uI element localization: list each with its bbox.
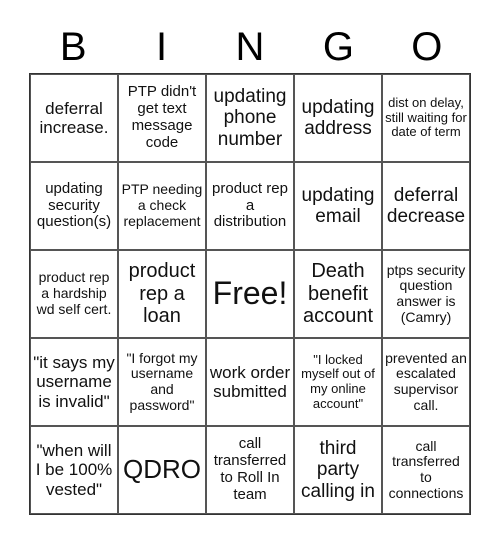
bingo-header: B I N G O [29,22,471,72]
bingo-cell[interactable]: prevented an escalated supervisor call. [382,338,470,426]
bingo-cell[interactable]: product rep a hardship wd self cert. [30,250,118,338]
bingo-cell[interactable]: product rep a distribution [206,162,294,250]
free-space[interactable]: Free! [206,250,294,338]
bingo-cell[interactable]: "it says my username is invalid" [30,338,118,426]
bingo-cell[interactable]: updating security question(s) [30,162,118,250]
bingo-cell[interactable]: dist on delay, still waiting for date of… [382,74,470,162]
bingo-cell[interactable]: ptps security question answer is (Camry) [382,250,470,338]
bingo-cell[interactable]: QDRO [118,426,206,514]
header-letter-i: I [156,25,168,69]
bingo-cell[interactable]: "I forgot my username and password" [118,338,206,426]
header-letter-o: O [411,25,443,69]
bingo-cell[interactable]: call transferred to Roll In team [206,426,294,514]
bingo-cell[interactable]: updating email [294,162,382,250]
bingo-cell[interactable]: updating phone number [206,74,294,162]
bingo-cell[interactable]: Death benefit account [294,250,382,338]
bingo-cell[interactable]: PTP didn't get text message code [118,74,206,162]
header-letter-b: B [59,25,87,69]
bingo-cell[interactable]: deferral increase. [30,74,118,162]
bingo-cell[interactable]: "when will I be 100% vested" [30,426,118,514]
header-letter-n: N [235,25,265,69]
bingo-cell[interactable]: PTP needing a check replacement [118,162,206,250]
bingo-cell[interactable]: work order submitted [206,338,294,426]
bingo-cell[interactable]: third party calling in [294,426,382,514]
header-letter-g: G [322,25,354,69]
bingo-cell[interactable]: updating address [294,74,382,162]
bingo-cell[interactable]: "I locked myself out of my online accoun… [294,338,382,426]
bingo-cell[interactable]: product rep a loan [118,250,206,338]
bingo-cell[interactable]: deferral decrease [382,162,470,250]
bingo-cell[interactable]: call transferred to connections [382,426,470,514]
bingo-card: deferral increase. PTP didn't get text m… [29,73,471,515]
